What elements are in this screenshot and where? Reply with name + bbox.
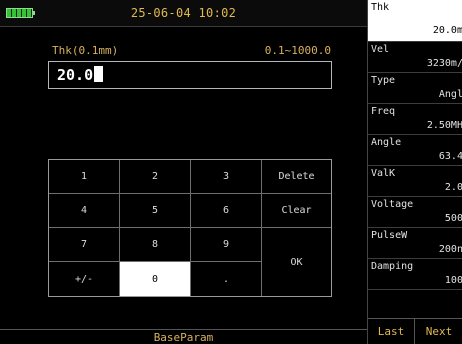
param-voltage[interactable]: Voltage 500V xyxy=(368,197,462,228)
key-2[interactable]: 2 xyxy=(120,160,191,194)
key-5[interactable]: 5 xyxy=(120,194,191,228)
param-label: Damping xyxy=(371,261,414,272)
value-text: 20.0 xyxy=(57,66,104,84)
param-valk[interactable]: ValK 2.00 xyxy=(368,166,462,197)
page-buttons: Last Next xyxy=(368,318,462,344)
key-8[interactable]: 8 xyxy=(120,228,191,262)
param-type[interactable]: Type Angle xyxy=(368,73,462,104)
field-range: 0.1~1000.0 xyxy=(264,44,331,57)
param-label: Voltage xyxy=(371,199,414,210)
plus-minus-key[interactable]: +/- xyxy=(49,262,120,296)
key-9[interactable]: 9 xyxy=(191,228,262,262)
param-label: Thk xyxy=(371,2,390,13)
ok-key[interactable]: OK xyxy=(262,228,331,296)
param-value: 3230m/s xyxy=(426,58,462,69)
param-value: 20.0mm xyxy=(432,25,462,36)
param-value: 2.50MHz xyxy=(426,120,462,131)
main-panel: 25-06-04 10:02 Thk(0.1mm) 0.1~1000.0 20.… xyxy=(0,0,367,344)
footer-title: BaseParam xyxy=(153,331,214,344)
next-button[interactable]: Next xyxy=(415,319,462,344)
key-1[interactable]: 1 xyxy=(49,160,120,194)
datetime: 25-06-04 10:02 xyxy=(130,6,237,20)
param-value: 1000 xyxy=(444,275,462,286)
key-4[interactable]: 4 xyxy=(49,194,120,228)
param-label: PulseW xyxy=(371,230,408,241)
param-value: 63.4° xyxy=(438,151,462,162)
param-value: 500V xyxy=(444,213,462,224)
param-label: Type xyxy=(371,75,396,86)
param-angle[interactable]: Angle 63.4° xyxy=(368,135,462,166)
param-damping[interactable]: Damping 1000 xyxy=(368,259,462,290)
text-cursor xyxy=(94,66,104,82)
param-vel[interactable]: Vel 3230m/s xyxy=(368,42,462,73)
status-bar: 25-06-04 10:02 xyxy=(0,0,367,27)
value-digits: 20.0 xyxy=(57,66,94,84)
param-label: ValK xyxy=(371,168,396,179)
clear-key[interactable]: Clear xyxy=(262,194,331,228)
param-label: Angle xyxy=(371,137,402,148)
param-label: Vel xyxy=(371,44,390,55)
param-pulsew[interactable]: PulseW 200ns xyxy=(368,228,462,259)
key-0[interactable]: 0 xyxy=(120,262,191,296)
value-input[interactable]: 20.0 xyxy=(48,61,332,89)
parameter-sidebar: Thk 20.0mm Vel 3230m/s Type Angle Freq 2… xyxy=(367,0,462,344)
param-value: 200ns xyxy=(438,244,462,255)
numeric-keypad: 1 2 3 Delete 4 5 6 Clear 7 8 9 OK +/- 0 … xyxy=(48,159,332,297)
key-3[interactable]: 3 xyxy=(191,160,262,194)
key-6[interactable]: 6 xyxy=(191,194,262,228)
param-label: Freq xyxy=(371,106,396,117)
footer-divider xyxy=(0,329,367,330)
decimal-key[interactable]: . xyxy=(191,262,262,296)
param-thk[interactable]: Thk 20.0mm xyxy=(368,0,462,42)
param-value: Angle xyxy=(438,89,462,100)
key-7[interactable]: 7 xyxy=(49,228,120,262)
last-button[interactable]: Last xyxy=(368,319,415,344)
param-value: 2.00 xyxy=(444,182,462,193)
field-label: Thk(0.1mm) xyxy=(52,44,119,57)
param-freq[interactable]: Freq 2.50MHz xyxy=(368,104,462,135)
delete-key[interactable]: Delete xyxy=(262,160,331,194)
